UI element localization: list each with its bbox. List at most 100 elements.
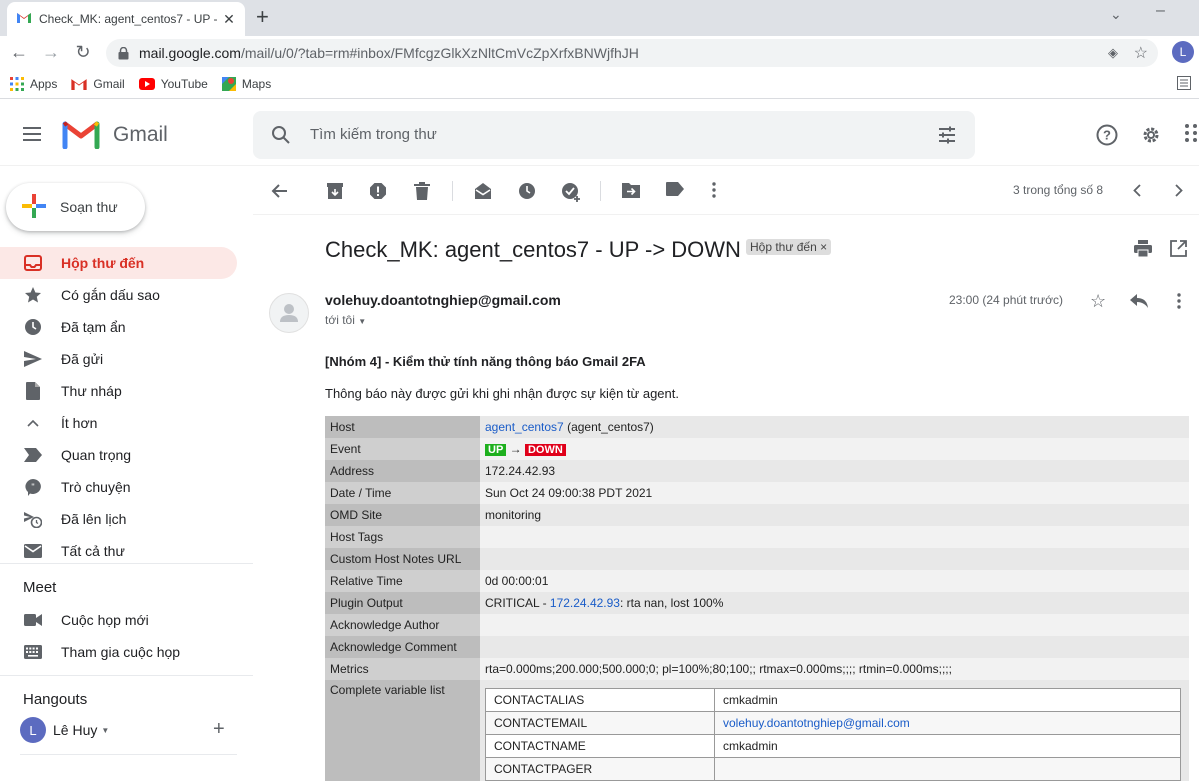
add-task-icon[interactable] xyxy=(561,182,581,207)
print-icon[interactable] xyxy=(1134,240,1152,262)
table-row: Relative Time 0d 00:00:01 xyxy=(325,570,1189,592)
important-icon xyxy=(24,446,42,464)
url-path: /mail/u/0/?tab=rm#inbox/FMfcgzGlkXzNltCm… xyxy=(240,45,639,61)
variable-value: cmkadmin xyxy=(714,734,1181,758)
reply-icon[interactable] xyxy=(1130,294,1148,313)
recipient-details-chevron-icon[interactable]: ▼ xyxy=(358,317,366,326)
more-options-icon[interactable] xyxy=(712,182,716,203)
table-row: Address 172.24.42.93 xyxy=(325,460,1189,482)
sidebar-divider xyxy=(0,675,253,676)
bookmark-apps[interactable]: Apps xyxy=(10,76,58,91)
browser-tab[interactable]: Check_MK: agent_centos7 - UP - ✕ xyxy=(7,2,245,36)
toolbar-divider xyxy=(600,181,601,201)
meet-join-meeting[interactable]: Tham gia cuộc họp xyxy=(0,636,237,668)
main-menu-icon[interactable] xyxy=(22,126,42,147)
newer-chevron-left-icon[interactable] xyxy=(1133,184,1141,202)
nav-item-scheduled[interactable]: Đã lên lịch xyxy=(0,503,237,535)
close-tab-icon[interactable]: ✕ xyxy=(221,11,237,28)
star-message-icon[interactable]: ☆ xyxy=(1090,291,1106,312)
nav-label: Có gắn dấu sao xyxy=(61,287,160,303)
google-apps-icon[interactable] xyxy=(1185,124,1199,149)
table-row: Metrics rta=0.000ms;200.000;500.000;0; pl… xyxy=(325,658,1189,680)
bookmark-youtube[interactable]: YouTube xyxy=(138,77,208,91)
bookmark-label: Apps xyxy=(30,76,58,91)
nav-item-starred[interactable]: Có gắn dấu sao xyxy=(0,279,237,311)
row-key: Complete variable list xyxy=(325,680,480,781)
url-domain: mail.google.com xyxy=(139,45,241,61)
tab-title: Check_MK: agent_centos7 - UP - xyxy=(39,12,218,26)
label-icon[interactable] xyxy=(666,182,684,201)
meet-new-meeting[interactable]: Cuộc họp mới xyxy=(0,604,237,636)
variable-value-link[interactable]: volehuy.doantotnghiep@gmail.com xyxy=(714,711,1181,735)
nav-item-chats[interactable]: " Trò chuyện xyxy=(0,471,237,503)
hangouts-user[interactable]: L Lê Huy ▼ xyxy=(20,717,109,743)
mark-unread-icon[interactable] xyxy=(474,182,492,205)
reading-list-icon[interactable] xyxy=(1177,76,1191,93)
nav-item-less[interactable]: Ít hơn xyxy=(0,407,237,439)
nav-item-sent[interactable]: Đã gửi xyxy=(0,343,237,375)
hangouts-avatar: L xyxy=(20,717,46,743)
back-arrow-icon[interactable]: ← xyxy=(3,42,35,63)
table-row: Date / Time Sun Oct 24 09:00:38 PDT 2021 xyxy=(325,482,1189,504)
send-icon xyxy=(24,350,42,368)
nav-label: Trò chuyện xyxy=(61,479,131,495)
nav-item-snoozed[interactable]: Đã tạm ẩn xyxy=(0,311,237,343)
nav-item-drafts[interactable]: Thư nháp xyxy=(0,375,237,407)
row-value xyxy=(480,614,1189,636)
gmail-logo-icon[interactable] xyxy=(62,120,100,154)
search-bar[interactable]: Tìm kiếm trong thư xyxy=(253,111,975,159)
profile-avatar[interactable]: L xyxy=(1172,41,1194,63)
delete-icon[interactable] xyxy=(414,182,430,205)
settings-gear-icon[interactable] xyxy=(1140,124,1162,151)
new-tab-button[interactable]: + xyxy=(256,6,269,28)
add-contact-icon[interactable]: + xyxy=(213,718,225,741)
recipient-text: tới tôi xyxy=(325,313,355,327)
address-bar[interactable]: mail.google.com/mail/u/0/?tab=rm#inbox/F… xyxy=(106,39,1158,67)
reload-icon[interactable]: ↻ xyxy=(67,42,99,63)
forward-arrow-icon[interactable]: → xyxy=(35,42,67,63)
row-value xyxy=(480,526,1189,548)
row-value: CONTACTALIAS cmkadmin CONTACTEMAIL volehuy… xyxy=(480,680,1189,781)
bookmark-gmail[interactable]: Gmail xyxy=(71,77,125,91)
report-spam-icon[interactable] xyxy=(369,182,387,205)
host-link[interactable]: agent_centos7 xyxy=(485,420,564,434)
install-app-icon[interactable]: ◈ xyxy=(1108,45,1118,61)
row-key: Acknowledge Comment xyxy=(325,636,480,658)
variable-key: CONTACTPAGER xyxy=(485,757,715,781)
older-chevron-right-icon[interactable] xyxy=(1175,184,1183,202)
sender-email[interactable]: volehuy.doantotnghiep@gmail.com xyxy=(325,292,561,308)
message-more-icon[interactable] xyxy=(1177,293,1181,314)
compose-button[interactable]: Soạn thư xyxy=(6,183,145,231)
nav-label: Đã lên lịch xyxy=(61,511,127,527)
row-value: monitoring xyxy=(480,504,1189,526)
bookmark-star-icon[interactable]: ☆ xyxy=(1134,43,1148,63)
nav-item-inbox[interactable]: Hộp thư đến xyxy=(0,247,237,279)
minimize-icon[interactable]: – xyxy=(1156,2,1165,20)
bookmark-maps[interactable]: Maps xyxy=(221,76,272,91)
message-toolbar: 3 trong tổng số 8 xyxy=(253,167,1199,215)
tab-search-icon[interactable]: ⌄ xyxy=(1110,6,1122,23)
help-icon[interactable]: ? xyxy=(1096,124,1118,151)
host-alias: (agent_centos7) xyxy=(567,420,654,434)
browser-toolbar: ← → ↻ mail.google.com/mail/u/0/?tab=rm#i… xyxy=(0,36,1199,69)
inbox-label-chip[interactable]: Hộp thư đến × xyxy=(746,239,832,255)
search-icon[interactable] xyxy=(271,125,291,150)
meet-heading: Meet xyxy=(23,579,57,596)
sidebar-divider xyxy=(20,754,237,755)
remove-label-icon[interactable]: × xyxy=(820,240,827,254)
archive-icon[interactable] xyxy=(326,182,344,205)
recipient-line[interactable]: tới tôi ▼ xyxy=(325,313,366,327)
plugin-suffix: : rta nan, lost 100% xyxy=(619,596,724,610)
plugin-ip-link[interactable]: 172.24.42.93 xyxy=(550,596,620,610)
open-new-window-icon[interactable] xyxy=(1170,240,1187,262)
move-to-icon[interactable] xyxy=(622,182,640,203)
nav-item-important[interactable]: Quan trọng xyxy=(0,439,237,471)
row-value: UP → DOWN xyxy=(480,438,1189,460)
bookmark-label: Maps xyxy=(241,76,272,91)
back-to-inbox-icon[interactable] xyxy=(270,182,288,205)
search-options-icon[interactable] xyxy=(937,125,957,150)
search-input[interactable]: Tìm kiếm trong thư xyxy=(310,126,437,143)
body-intro: Thông báo này được gửi khi ghi nhận được… xyxy=(325,386,679,401)
snooze-icon[interactable] xyxy=(518,182,536,205)
variable-row: CONTACTPAGER xyxy=(485,757,1181,781)
